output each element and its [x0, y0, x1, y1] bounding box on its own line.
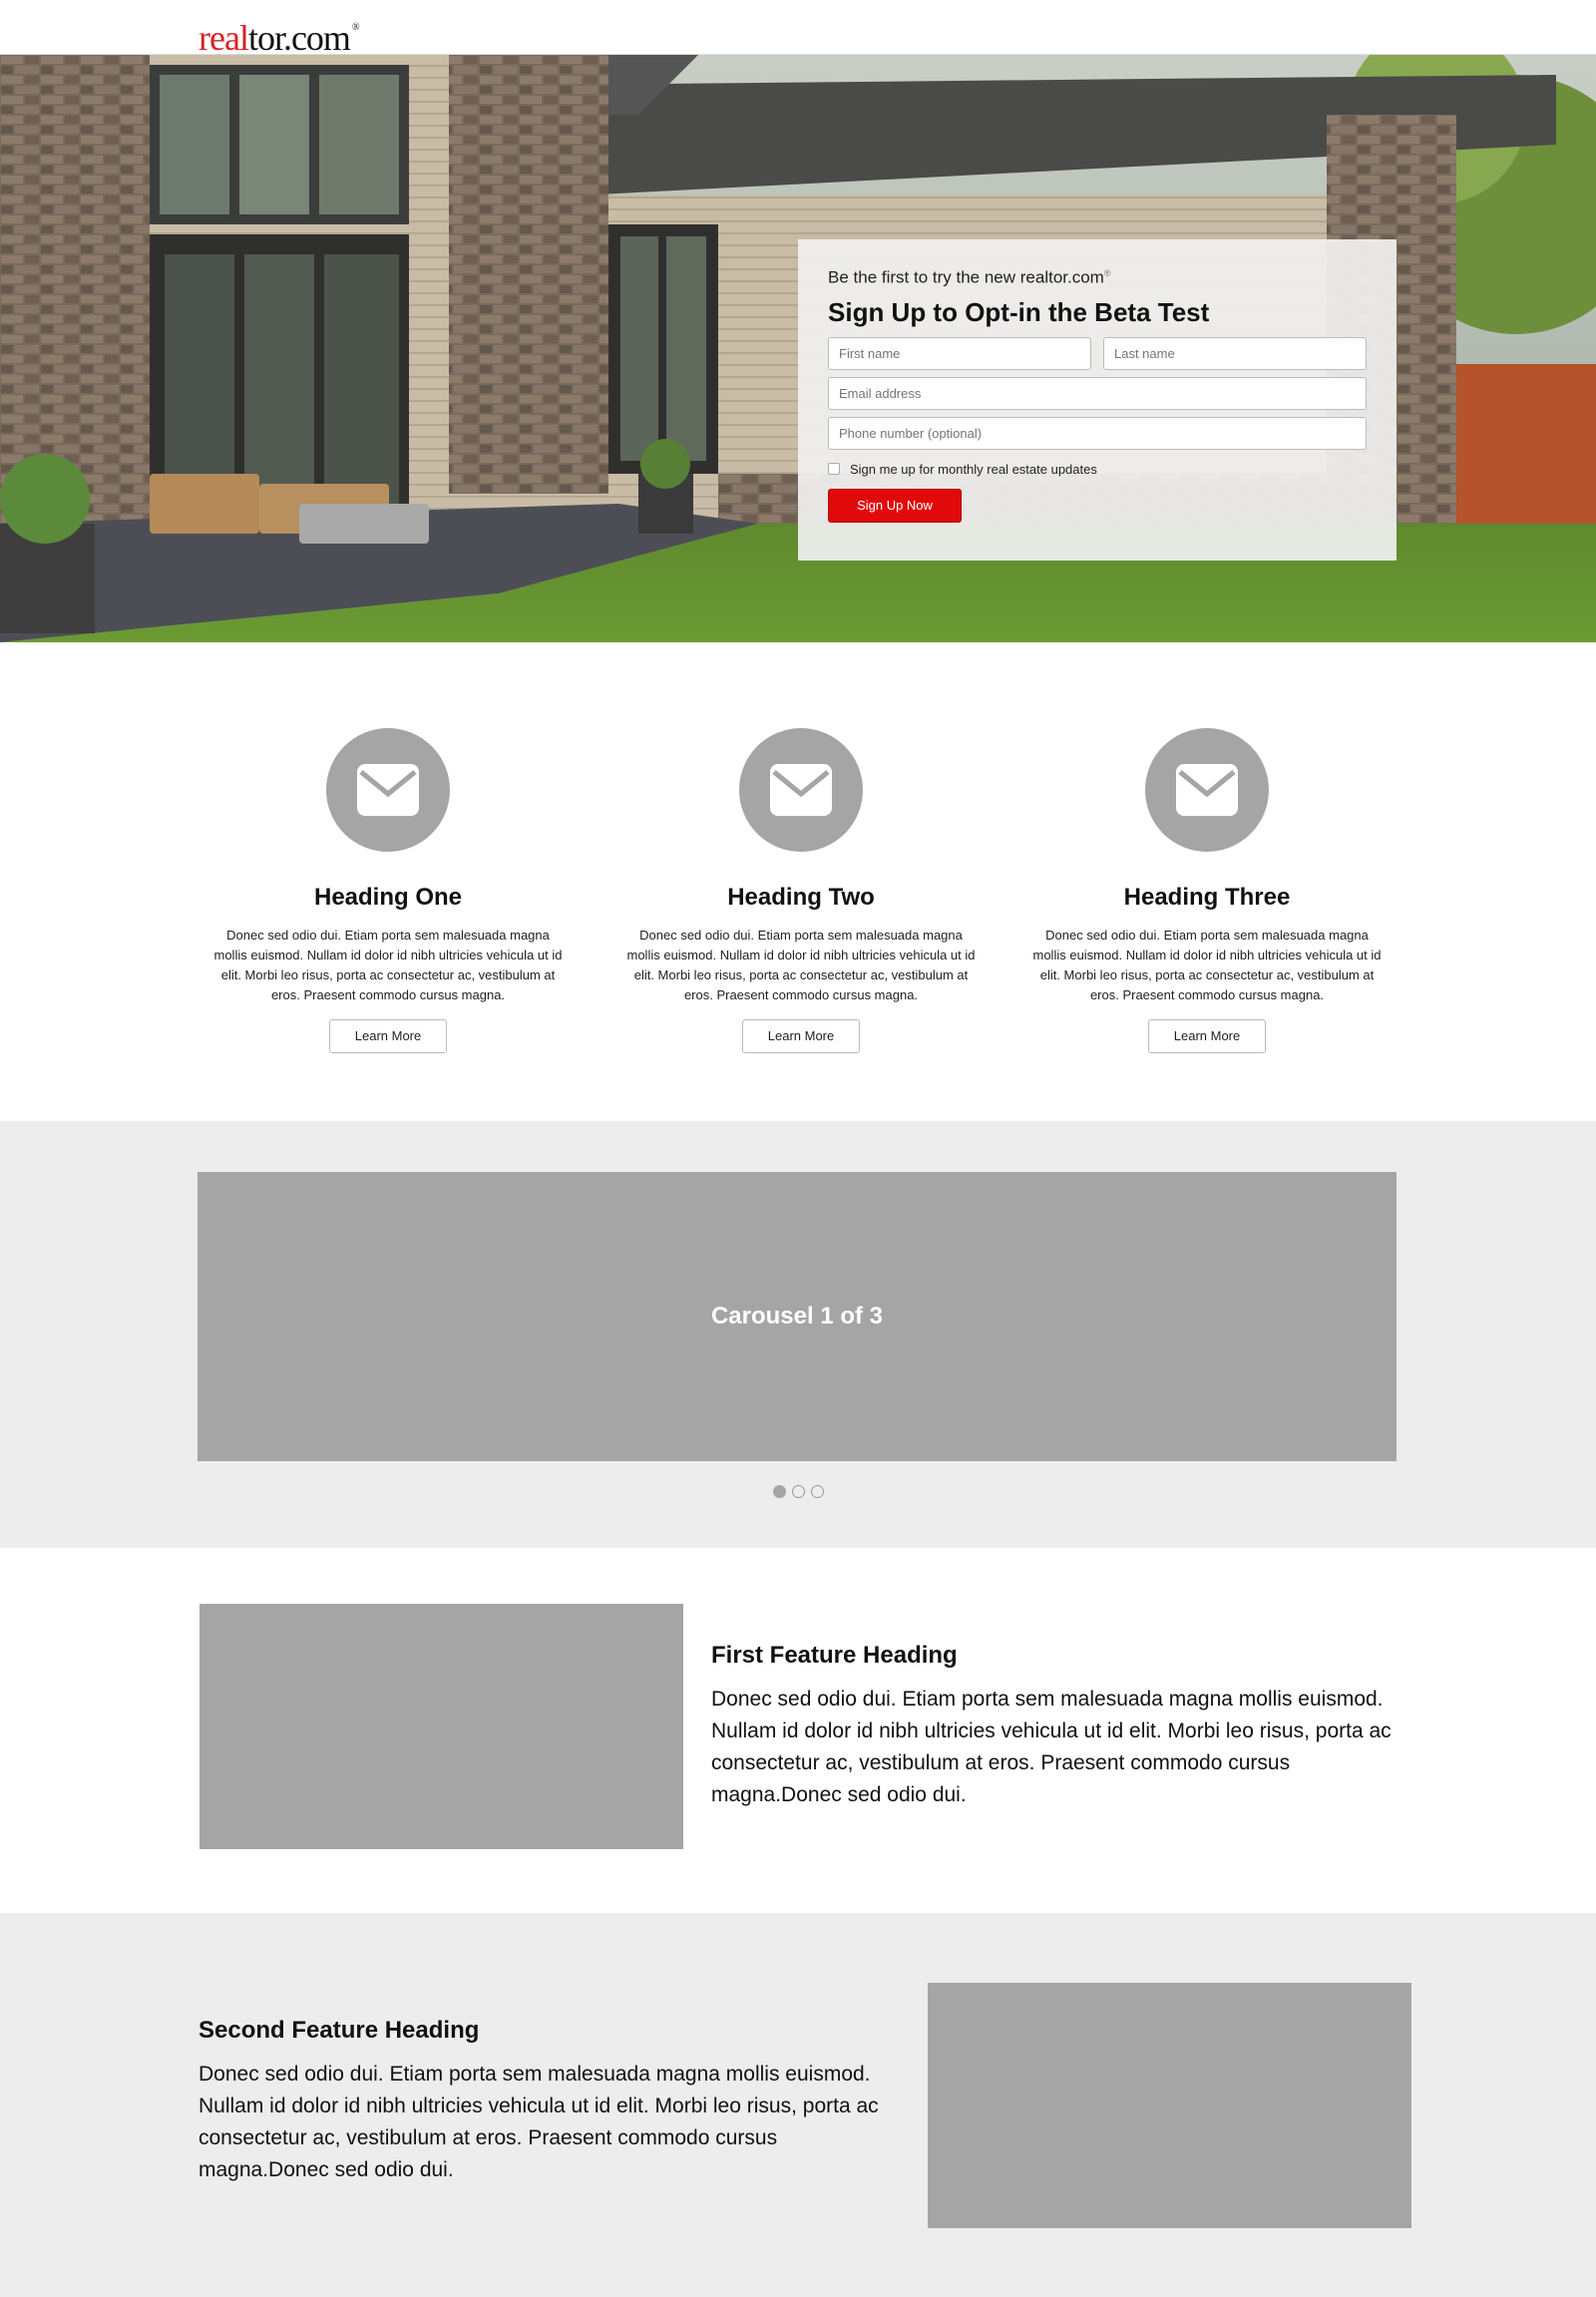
feature-two-body: Donec sed odio dui. Etiam porta sem male… — [199, 2063, 879, 2181]
hero-banner: Be the first to try the new realtor.com®… — [0, 55, 1596, 642]
feature-one-heading: First Feature Heading — [711, 1642, 958, 1669]
learn-more-button[interactable]: Learn More — [329, 1019, 447, 1053]
feature-two-heading: Second Feature Heading — [199, 2017, 480, 2044]
signup-kicker-mark: ® — [1103, 268, 1111, 278]
feature-two-image — [928, 1983, 1411, 2228]
updates-checkbox[interactable] — [828, 463, 840, 476]
logo-registered-mark: ® — [351, 22, 360, 33]
learn-more-button[interactable]: Learn More — [742, 1019, 860, 1053]
feature-two-section: Second Feature Heading Donec sed odio du… — [0, 1913, 1596, 2297]
column-heading: Heading Two — [727, 884, 875, 911]
signup-kicker-text: Be the first to try the new realtor.com — [828, 267, 1104, 287]
column-body: Donec sed odio dui. Etiam porta sem male… — [213, 928, 563, 1002]
realtor-logo[interactable]: realtor.com ® — [199, 8, 359, 58]
carousel-dot-3[interactable] — [810, 1485, 824, 1498]
column-body: Donec sed odio dui. Etiam porta sem male… — [1032, 928, 1382, 1002]
column-one: Heading One Donec sed odio dui. Etiam po… — [208, 728, 568, 1053]
envelope-icon — [326, 728, 450, 852]
site-header: realtor.com ® — [0, 0, 1596, 58]
signup-title: Sign Up to Opt-in the Beta Test — [828, 296, 1210, 327]
name-row — [828, 336, 1367, 370]
feature-one-image — [200, 1604, 683, 1849]
logo-real-text: real — [199, 18, 249, 58]
column-three: Heading Three Donec sed odio dui. Etiam … — [1027, 728, 1387, 1053]
last-name-input[interactable] — [1103, 336, 1367, 370]
feature-one-section: First Feature Heading Donec sed odio dui… — [0, 1548, 1596, 1913]
updates-option: Sign me up for monthly real estate updat… — [828, 462, 1367, 477]
column-two: Heading Two Donec sed odio dui. Etiam po… — [621, 728, 981, 1053]
envelope-icon — [739, 728, 863, 852]
sign-up-button[interactable]: Sign Up Now — [828, 488, 962, 523]
updates-checkbox-label[interactable]: Sign me up for monthly real estate updat… — [850, 462, 1097, 477]
column-heading: Heading Three — [1123, 884, 1291, 911]
carousel-dot-1[interactable] — [772, 1485, 786, 1498]
carousel-section: Carousel 1 of 3 — [0, 1121, 1596, 1548]
logo-tor-text: tor.com — [247, 18, 351, 58]
email-input[interactable] — [828, 376, 1367, 410]
column-heading: Heading One — [313, 884, 463, 911]
phone-input[interactable] — [828, 416, 1367, 450]
carousel-dot-2[interactable] — [791, 1485, 805, 1498]
signup-kicker: Be the first to try the new realtor.com® — [828, 263, 1367, 288]
carousel-slide[interactable]: Carousel 1 of 3 — [198, 1172, 1396, 1461]
first-name-input[interactable] — [828, 336, 1091, 370]
column-body: Donec sed odio dui. Etiam porta sem male… — [626, 928, 976, 1002]
feature-columns: Heading One Donec sed odio dui. Etiam po… — [0, 642, 1596, 1121]
feature-two-text: Second Feature Heading Donec sed odio du… — [199, 2017, 887, 2186]
feature-one-body: Donec sed odio dui. Etiam porta sem male… — [711, 1688, 1392, 1806]
carousel-dots — [0, 1485, 1596, 1498]
learn-more-button[interactable]: Learn More — [1148, 1019, 1266, 1053]
envelope-icon — [1145, 728, 1269, 852]
beta-signup-form: Be the first to try the new realtor.com®… — [798, 239, 1396, 561]
feature-one-text: First Feature Heading Donec sed odio dui… — [711, 1642, 1399, 1811]
